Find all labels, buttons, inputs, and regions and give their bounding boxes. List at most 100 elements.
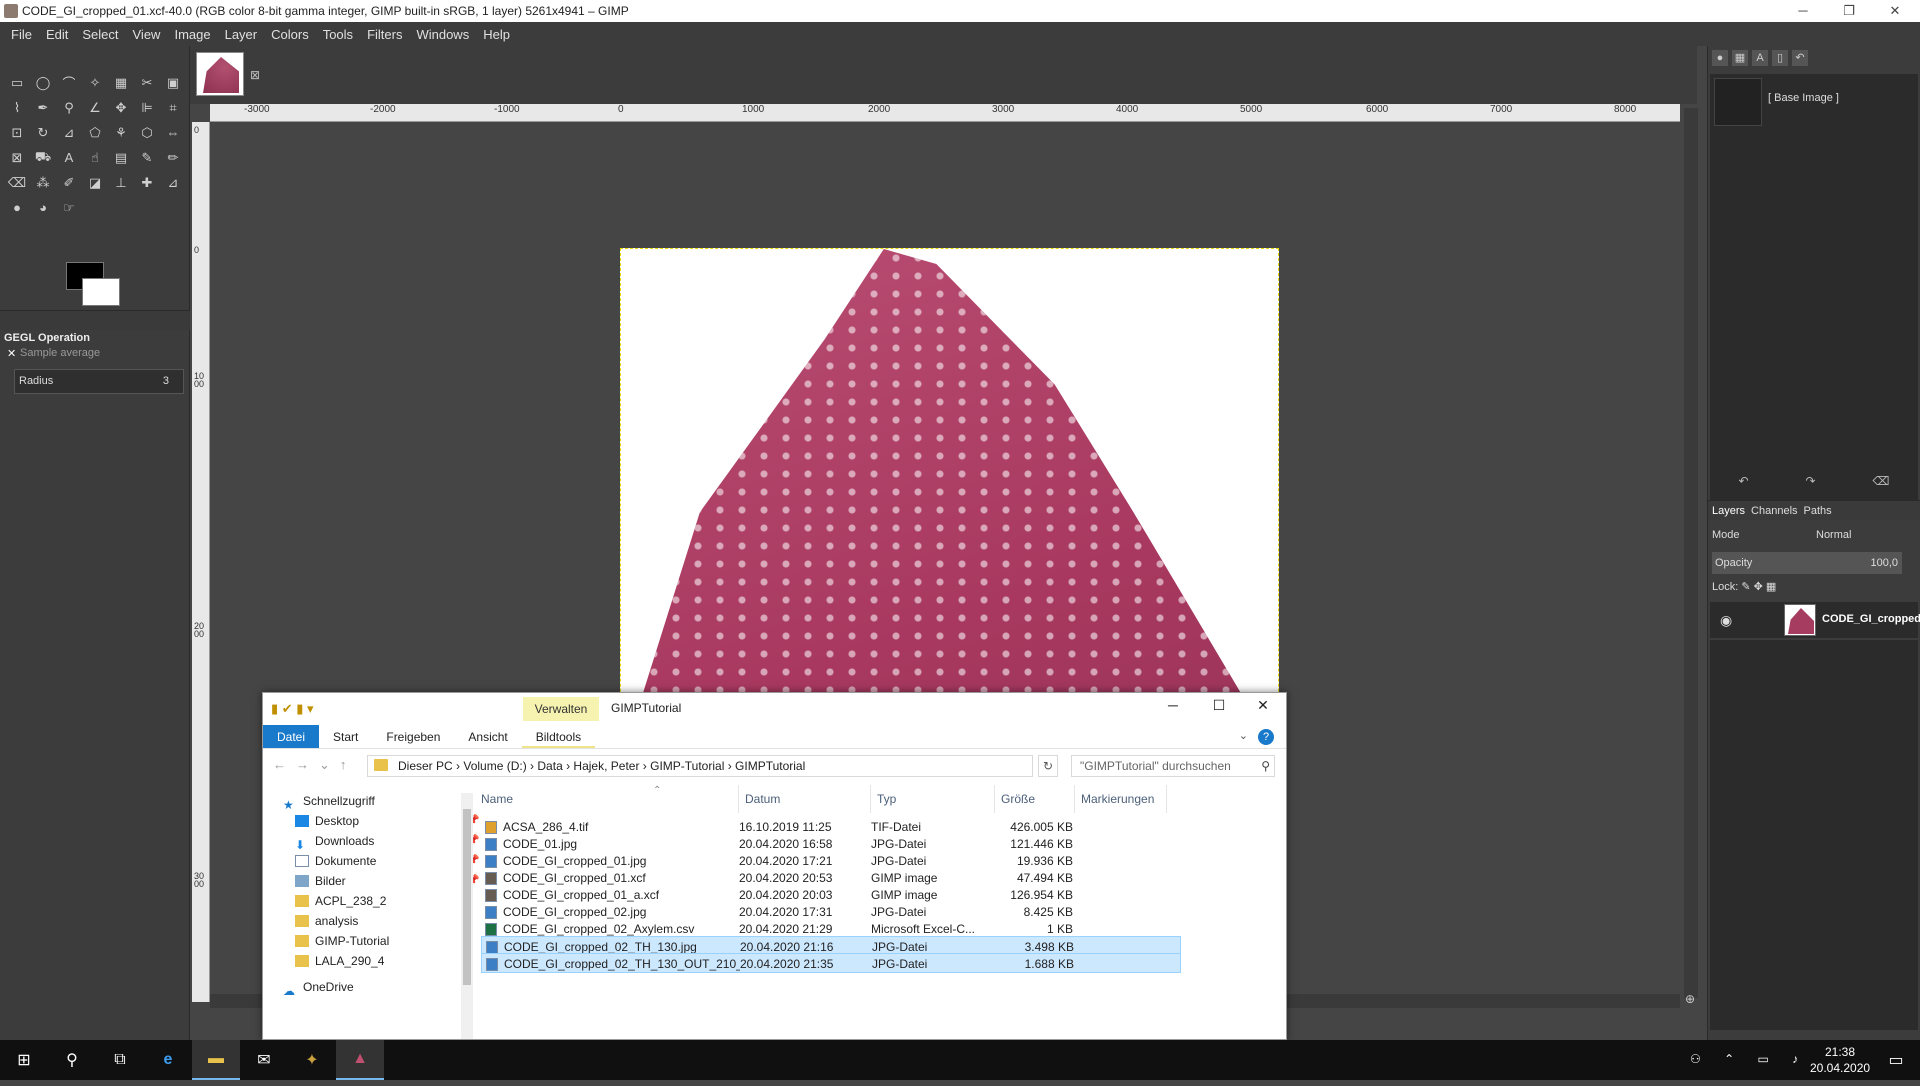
ribbon-tab-ansicht[interactable]: Ansicht	[454, 725, 521, 748]
opacity-value[interactable]: 100,0	[1870, 552, 1898, 574]
blur-tool-icon[interactable]: ●	[4, 195, 30, 220]
search-icon[interactable]: ⚲	[1261, 756, 1270, 776]
undo-icon[interactable]: ↶	[1738, 474, 1748, 494]
nav-item[interactable]: ☁ OneDrive	[275, 977, 354, 998]
nav-item[interactable]: GIMP-Tutorial	[287, 931, 389, 951]
tab-brushes-icon[interactable]: ●	[1712, 50, 1728, 66]
warp-transform-tool-icon[interactable]: ⚘	[108, 120, 134, 145]
explorer-maximize-button[interactable]: ☐	[1197, 697, 1241, 719]
path-segment[interactable]: GIMP-Tutorial	[650, 759, 724, 773]
move-tool-icon[interactable]: ✥	[108, 95, 134, 120]
rect-select-tool-icon[interactable]: ▭	[4, 70, 30, 95]
minimize-button[interactable]: ─	[1780, 0, 1826, 22]
gimp-icon[interactable]: ✦	[288, 1040, 336, 1080]
notifications-icon[interactable]: ▭	[1872, 1040, 1920, 1080]
tab-undo-icon[interactable]: ↶	[1792, 50, 1808, 66]
smudge-tool-icon[interactable]: ☝	[82, 145, 108, 170]
base-image-row[interactable]: [ Base Image ]	[1710, 74, 1918, 130]
explorer-close-button[interactable]: ✕	[1241, 697, 1285, 719]
menu-select[interactable]: Select	[82, 27, 118, 42]
address-path[interactable]: Dieser PC › Volume (D:) › Data › Hajek, …	[367, 755, 1033, 777]
rotate-tool-icon[interactable]: ↻	[30, 120, 56, 145]
flip-tool-icon[interactable]: ⇔	[160, 120, 186, 145]
tab-layers[interactable]: Layers	[1712, 505, 1745, 517]
nav-item[interactable]: ACPL_238_2	[287, 891, 386, 911]
taskbar-clock[interactable]: 21:38 20.04.2020	[1810, 1044, 1870, 1076]
tab-channels[interactable]: Channels	[1751, 505, 1797, 517]
ribbon-tab-bildtools[interactable]: Bildtools	[521, 725, 596, 748]
close-button[interactable]: ✕	[1872, 0, 1918, 22]
path-segment[interactable]: Dieser PC	[398, 759, 453, 773]
tab-patterns-icon[interactable]: ▦	[1732, 50, 1748, 66]
column-size[interactable]: Größe	[995, 785, 1075, 813]
redo-icon[interactable]: ↷	[1806, 474, 1816, 494]
menu-colors[interactable]: Colors	[271, 27, 309, 42]
ribbon-tab-datei[interactable]: Datei	[263, 725, 320, 748]
unified-transform-tool-icon[interactable]: ⊡	[4, 120, 30, 145]
dodge-tool-icon[interactable]: ◕	[30, 195, 56, 220]
menu-image[interactable]: Image	[174, 27, 210, 42]
zoom-tool-icon[interactable]: ⚲	[56, 95, 82, 120]
file-explorer-icon[interactable]: ▬	[192, 1040, 240, 1080]
perspective-clone-tool-icon[interactable]: ⊿	[160, 170, 186, 195]
mode-dropdown[interactable]: Normal	[1816, 524, 1851, 546]
color-picker-tool-icon[interactable]: ✒	[30, 95, 56, 120]
lock-position-icon[interactable]: ✥	[1754, 581, 1766, 593]
menu-tools[interactable]: Tools	[323, 27, 353, 42]
airbrush-tool-icon[interactable]: ⁂	[30, 170, 56, 195]
paintbrush-tool-icon[interactable]: ✎	[134, 145, 160, 170]
tab-paths[interactable]: Paths	[1804, 505, 1832, 517]
vertical-scrollbar[interactable]	[1684, 108, 1698, 998]
image-thumbnail-tab[interactable]	[196, 52, 244, 96]
tab-document-icon[interactable]: ▯	[1772, 50, 1788, 66]
text-tool-icon[interactable]: A	[56, 145, 82, 170]
path-segment[interactable]: GIMPTutorial	[735, 759, 805, 773]
foreground-select-tool-icon[interactable]: ▣	[160, 70, 186, 95]
eraser-tool-icon[interactable]: ⌫	[4, 170, 30, 195]
mail-icon[interactable]: ✉	[240, 1040, 288, 1080]
menu-edit[interactable]: Edit	[46, 27, 68, 42]
perspective-tool-icon[interactable]: ⬠	[82, 120, 108, 145]
start-button-icon[interactable]: ⊞	[0, 1040, 48, 1080]
column-name[interactable]: Name	[475, 785, 739, 813]
lock-alpha-icon[interactable]: ▦	[1766, 581, 1776, 593]
column-tags[interactable]: Markierungen	[1075, 785, 1167, 813]
menu-help[interactable]: Help	[483, 27, 510, 42]
cage-transform-tool-icon[interactable]: ⬡	[134, 120, 160, 145]
heal-tool-icon[interactable]: ✚	[134, 170, 160, 195]
ribbon-tab-freigeben[interactable]: Freigeben	[372, 725, 454, 748]
nav-item[interactable]: LALA_290_4	[287, 951, 384, 971]
verwalten-context-tab[interactable]: Verwalten	[523, 697, 599, 721]
clear-operation-icon[interactable]: ✕	[7, 347, 16, 360]
menu-layer[interactable]: Layer	[225, 27, 258, 42]
refresh-icon[interactable]: ↻	[1038, 755, 1058, 777]
nav-item[interactable]: analysis	[287, 911, 358, 931]
ribbon-tab-start[interactable]: Start	[319, 725, 372, 748]
visibility-eye-icon[interactable]: ◉	[1720, 612, 1732, 629]
gradient-tool-icon[interactable]: ▤	[108, 145, 134, 170]
path-segment[interactable]: Data	[537, 759, 562, 773]
quick-access-toolbar-icon[interactable]: ▮ ✔ ▮ ▾	[271, 701, 314, 717]
file-row[interactable]: CODE_GI_cropped_02_TH_130_OUT_210_... 20.…	[481, 953, 1181, 973]
task-view-icon[interactable]: ⧉	[96, 1040, 144, 1080]
nav-item[interactable]: ★ Schnellzugriff	[275, 791, 375, 812]
ink-tool-icon[interactable]: ✐	[56, 170, 82, 195]
search-input[interactable]: "GIMPTutorial" durchsuchen ⚲	[1071, 755, 1275, 777]
close-image-tab-icon[interactable]: ⊠	[250, 68, 260, 82]
radius-value[interactable]: 3	[163, 370, 169, 393]
ribbon-expand-icon[interactable]: ⌄	[1239, 729, 1248, 742]
menu-file[interactable]: File	[11, 27, 32, 42]
clear-history-icon[interactable]: ⌫	[1873, 474, 1890, 494]
column-type[interactable]: Typ	[871, 785, 995, 813]
layer-name[interactable]: CODE_GI_cropped	[1822, 613, 1920, 625]
pencil-tool-icon[interactable]: ✏	[160, 145, 186, 170]
lock-pixels-icon[interactable]: ✎	[1741, 581, 1753, 593]
restore-button[interactable]: ❐	[1826, 0, 1872, 22]
measure-tool-icon[interactable]: ∠	[82, 95, 108, 120]
radius-spin-field[interactable]: Radius 3	[14, 369, 184, 394]
background-color-swatch[interactable]	[82, 278, 120, 306]
scissors-tool-icon[interactable]: ✂	[134, 70, 160, 95]
edge-icon[interactable]: e	[144, 1040, 192, 1080]
shear-tool-icon[interactable]: ⊿	[56, 120, 82, 145]
select-by-color-tool-icon[interactable]: ▦	[108, 70, 134, 95]
